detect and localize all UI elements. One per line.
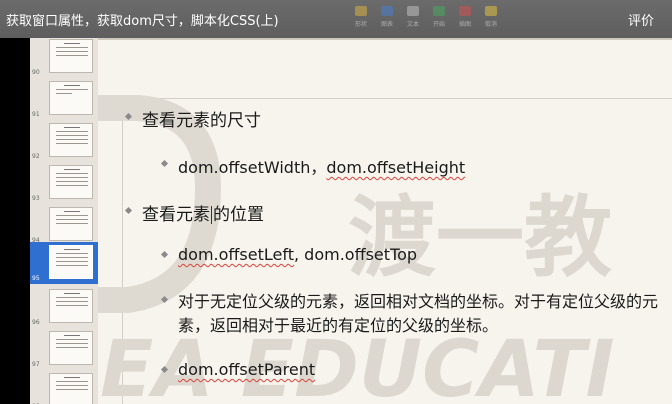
thumbnail-preview [49, 289, 93, 323]
thumbnail-number: 97 [32, 361, 40, 368]
rate-button[interactable]: 评价 [628, 10, 654, 29]
slide-canvas[interactable]: 渡一教 EA EDUCATI 查看元素的尺寸 dom.offsetWidth，d… [98, 38, 672, 404]
slide-thumbnail-93[interactable]: 93 [30, 162, 98, 204]
chart-icon [381, 6, 393, 16]
bullet-text: 查看元素的尺寸 [142, 111, 261, 131]
text-box-top-border [122, 98, 672, 99]
slide-thumbnail-94[interactable]: 94 [30, 204, 98, 246]
slide-thumbnail-panel: 90 91 92 93 94 95 96 97 98 [30, 38, 98, 404]
left-black-bar [0, 38, 30, 404]
video-title-bar: 获取窗口属性，获取dom尺寸，脚本化CSS(上) 形状 图表 文本 开始 插图 … [0, 0, 672, 38]
bullet-text: 查看元素 的位置 [142, 205, 264, 225]
slide-thumbnail-90[interactable]: 90 [30, 38, 98, 78]
slide-thumbnail-97[interactable]: 97 [30, 328, 98, 370]
slide-thumbnail-91[interactable]: 91 [30, 78, 98, 120]
ribbon-shape-button[interactable]: 形状 [350, 4, 372, 34]
text-box-left-border [122, 98, 123, 404]
sub-bullet-offset-position: dom.offsetLeft, dom.offsetTop [160, 245, 418, 264]
thumbnail-preview [49, 207, 93, 241]
thumbnail-preview [49, 245, 93, 279]
slide-thumbnail-96[interactable]: 96 [30, 286, 98, 328]
slide-thumbnail-92[interactable]: 92 [30, 120, 98, 162]
bullet-view-position: 查看元素 的位置 [124, 200, 264, 225]
slide-thumbnail-95[interactable]: 95 [30, 242, 98, 284]
cancel-icon [485, 6, 497, 16]
thumbnail-number: 92 [32, 153, 40, 160]
bullet-diamond-icon [124, 112, 133, 121]
bullet-diamond-icon [124, 206, 133, 215]
bullet-diamond-icon [160, 159, 169, 168]
thumbnail-preview [49, 39, 93, 73]
thumbnail-number: 95 [32, 275, 40, 282]
text-cursor [211, 206, 212, 224]
thumbnail-number: 90 [32, 69, 40, 76]
thumbnail-number: 93 [32, 195, 40, 202]
thumbnail-preview [49, 373, 93, 404]
video-title: 获取窗口属性，获取dom尺寸，脚本化CSS(上) [6, 14, 279, 29]
bullet-diamond-icon [160, 250, 169, 259]
sub-bullet-text: dom.offsetWidth，dom.offsetHeight [178, 158, 466, 177]
ppt-ribbon: 形状 图表 文本 开始 插图 取消 [350, 4, 502, 34]
thumbnail-preview [49, 123, 93, 157]
thumbnail-preview [49, 165, 93, 199]
thumbnail-preview [49, 331, 93, 365]
image-icon [459, 6, 471, 16]
bullet-diamond-icon [160, 295, 169, 304]
text-icon [407, 6, 419, 16]
thumbnail-number: 96 [32, 319, 40, 326]
thumbnail-preview [49, 81, 93, 115]
bullet-diamond-icon [160, 365, 169, 374]
thumbnail-number: 91 [32, 111, 40, 118]
bullet-view-size: 查看元素的尺寸 [124, 106, 261, 131]
ribbon-image-button[interactable]: 插图 [454, 4, 476, 34]
sub-bullet-offset-size: dom.offsetWidth，dom.offsetHeight [160, 154, 466, 178]
ribbon-text-button[interactable]: 文本 [402, 4, 424, 34]
sub-bullet-text: dom.offsetParent [178, 360, 316, 379]
shape-icon [355, 6, 367, 16]
sub-bullet-text: dom.offsetLeft, dom.offsetTop [178, 245, 418, 264]
slide-top-border [98, 38, 672, 40]
ribbon-start-button[interactable]: 开始 [428, 4, 450, 34]
ribbon-cancel-button[interactable]: 取消 [480, 4, 502, 34]
sub-bullet-coordinate-note: 对于无定位父级的元素，返回相对文档的坐标。对于有定位父级的元素，返回相对于最近的… [160, 290, 672, 338]
sub-bullet-text: 对于无定位父级的元素，返回相对文档的坐标。对于有定位父级的元素，返回相对于最近的… [178, 292, 659, 335]
sub-bullet-offset-parent: dom.offsetParent [160, 360, 316, 379]
ribbon-chart-button[interactable]: 图表 [376, 4, 398, 34]
watermark-top-text: 渡一教 [348, 186, 612, 289]
slide-thumbnail-98[interactable]: 98 [30, 370, 98, 404]
start-icon [433, 6, 445, 16]
